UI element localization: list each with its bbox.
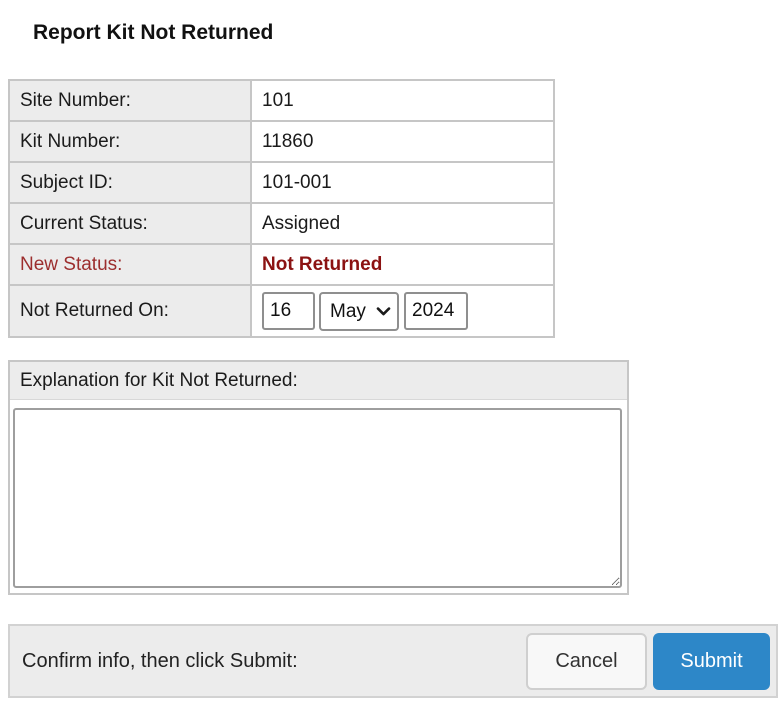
table-row-current-status: Current Status: Assigned (9, 203, 554, 244)
row-value: Assigned (251, 203, 554, 244)
confirm-bar: Confirm info, then click Submit: Cancel … (8, 624, 778, 698)
row-value: 11860 (251, 121, 554, 162)
submit-button[interactable]: Submit (653, 633, 770, 690)
confirm-label: Confirm info, then click Submit: (22, 650, 526, 673)
month-select-wrap: May (319, 292, 399, 331)
explanation-textarea[interactable] (13, 408, 622, 588)
row-label: Current Status: (9, 203, 251, 244)
row-label: Site Number: (9, 80, 251, 121)
kit-info-table: Site Number: 101 Kit Number: 11860 Subje… (8, 79, 555, 338)
row-label: New Status: (9, 244, 251, 285)
page-title: Report Kit Not Returned (33, 20, 782, 46)
explanation-header: Explanation for Kit Not Returned: (10, 362, 627, 400)
row-value: 101-001 (251, 162, 554, 203)
table-row-new-status: New Status: Not Returned (9, 244, 554, 285)
row-label: Not Returned On: (9, 285, 251, 337)
year-input[interactable] (404, 292, 468, 330)
day-input[interactable] (262, 292, 315, 330)
month-select[interactable]: May (319, 292, 399, 331)
date-controls-cell: May (251, 285, 554, 337)
table-row-subject-id: Subject ID: 101-001 (9, 162, 554, 203)
row-label: Subject ID: (9, 162, 251, 203)
explanation-section: Explanation for Kit Not Returned: (8, 360, 629, 595)
row-value: 101 (251, 80, 554, 121)
row-label: Kit Number: (9, 121, 251, 162)
cancel-button[interactable]: Cancel (526, 633, 647, 690)
table-row-not-returned-on: Not Returned On: May (9, 285, 554, 337)
table-row-kit-number: Kit Number: 11860 (9, 121, 554, 162)
table-row-site-number: Site Number: 101 (9, 80, 554, 121)
new-status-value: Not Returned (251, 244, 554, 285)
